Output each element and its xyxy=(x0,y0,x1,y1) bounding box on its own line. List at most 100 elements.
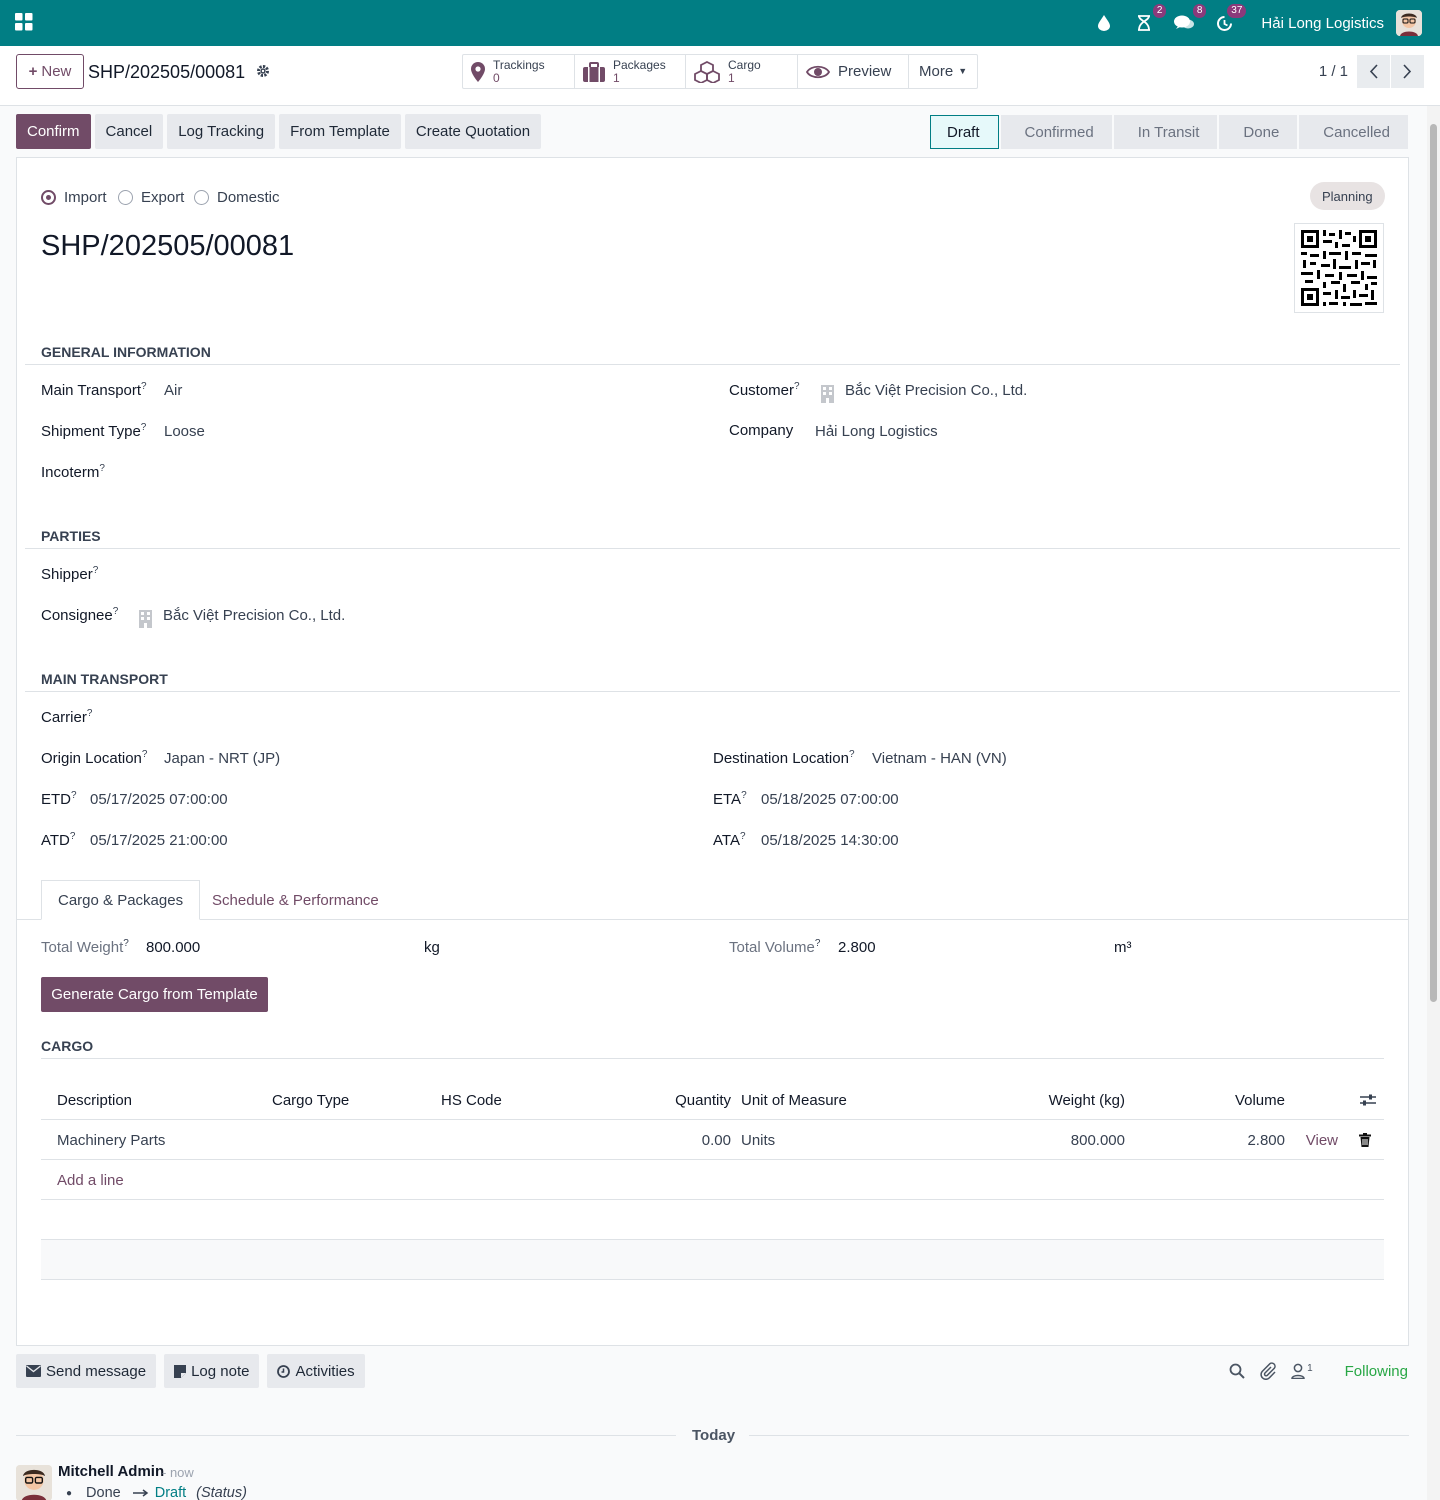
breadcrumb-record: SHP/202505/00081 xyxy=(88,62,246,82)
create-quotation-button[interactable]: Create Quotation xyxy=(404,114,542,149)
help-tooltip-icon[interactable]: ? xyxy=(141,422,147,433)
company-field[interactable]: Hải Long Logistics xyxy=(815,423,938,440)
consignee-field[interactable]: Bắc Việt Precision Co., Ltd. xyxy=(163,607,345,624)
col-weight[interactable]: Weight (kg) xyxy=(1049,1080,1125,1120)
from-template-button[interactable]: From Template xyxy=(279,114,401,149)
origin-field[interactable]: Japan - NRT (JP) xyxy=(164,750,280,767)
trackings-label: Trackings xyxy=(493,57,545,72)
help-tooltip-icon[interactable]: ? xyxy=(141,381,147,392)
col-volume[interactable]: Volume xyxy=(1235,1080,1285,1120)
confirm-button[interactable]: Confirm xyxy=(16,114,91,149)
shipper-label: Shipper? xyxy=(41,565,98,583)
messages-chat-icon[interactable]: 8 xyxy=(1173,4,1207,34)
generate-cargo-button[interactable]: Generate Cargo from Template xyxy=(41,977,268,1012)
cancel-button[interactable]: Cancel xyxy=(94,114,164,149)
tab-schedule-performance[interactable]: Schedule & Performance xyxy=(196,880,395,920)
ata-label-text: ATA xyxy=(713,832,740,849)
trackings-stat-button[interactable]: Trackings 0 xyxy=(463,55,575,88)
send-message-button[interactable]: Send message xyxy=(16,1354,157,1388)
message-author-avatar[interactable] xyxy=(16,1465,52,1500)
more-dropdown[interactable]: More ▼ xyxy=(909,55,977,88)
help-tooltip-icon[interactable]: ? xyxy=(87,708,93,719)
new-button[interactable]: + New xyxy=(16,54,84,89)
radio-import[interactable]: Import xyxy=(41,189,107,206)
app-grid-icon[interactable] xyxy=(15,13,33,31)
delete-row-button[interactable] xyxy=(1359,1120,1371,1160)
help-tooltip-icon[interactable]: ? xyxy=(142,749,148,760)
shipment-type-field[interactable]: Loose xyxy=(164,423,205,440)
optional-columns-toggle[interactable] xyxy=(1360,1080,1376,1120)
gear-icon[interactable] xyxy=(256,64,270,78)
cell-uom[interactable]: Units xyxy=(741,1120,775,1160)
debug-drop-icon[interactable] xyxy=(1093,12,1115,34)
ata-field[interactable]: 05/18/2025 14:30:00 xyxy=(761,832,899,849)
help-tooltip-icon[interactable]: ? xyxy=(70,831,76,842)
help-tooltip-icon[interactable]: ? xyxy=(740,831,746,842)
pager-value[interactable]: 1 / 1 xyxy=(1319,63,1348,80)
packages-count: 1 xyxy=(613,70,620,85)
atd-field[interactable]: 05/17/2025 21:00:00 xyxy=(90,832,228,849)
scrollbar-thumb[interactable] xyxy=(1430,124,1437,1002)
help-tooltip-icon[interactable]: ? xyxy=(93,565,99,576)
pager-next-button[interactable] xyxy=(1391,55,1424,88)
status-draft[interactable]: Draft xyxy=(930,115,999,149)
log-tracking-button[interactable]: Log Tracking xyxy=(167,114,276,149)
tab-cargo-packages[interactable]: Cargo & Packages xyxy=(41,880,201,920)
clock-icon xyxy=(277,1364,291,1378)
radio-export[interactable]: Export xyxy=(118,189,184,206)
table-row[interactable]: Machinery Parts 0.00 Units 800.000 2.800… xyxy=(41,1120,1384,1160)
scrollbar[interactable] xyxy=(1427,106,1440,1500)
status-done[interactable]: Done xyxy=(1219,115,1298,149)
view-link[interactable]: View xyxy=(1306,1120,1338,1160)
table-header: Description Cargo Type HS Code Quantity … xyxy=(41,1080,1384,1120)
help-tooltip-icon[interactable]: ? xyxy=(123,938,129,949)
preview-button[interactable]: Preview xyxy=(798,55,909,88)
main-transport-field[interactable]: Air xyxy=(164,382,182,399)
timer-clock-icon[interactable]: 37 xyxy=(1213,4,1247,34)
followers-button[interactable]: 1 xyxy=(1291,1363,1313,1379)
help-tooltip-icon[interactable]: ? xyxy=(113,606,119,617)
status-in-transit[interactable]: In Transit xyxy=(1113,115,1218,149)
activities-button[interactable]: Activities xyxy=(267,1354,365,1388)
col-unit-of-measure[interactable]: Unit of Measure xyxy=(741,1080,847,1120)
radio-domestic[interactable]: Domestic xyxy=(194,189,280,206)
pager-previous-button[interactable] xyxy=(1357,55,1390,88)
help-tooltip-icon[interactable]: ? xyxy=(741,790,747,801)
help-tooltip-icon[interactable]: ? xyxy=(71,790,77,801)
total-weight-value: 800.000 xyxy=(146,939,201,956)
col-description[interactable]: Description xyxy=(57,1080,132,1120)
packages-stat-button[interactable]: Packages 1 xyxy=(575,55,686,88)
destination-field[interactable]: Vietnam - HAN (VN) xyxy=(872,750,1007,767)
eta-field[interactable]: 05/18/2025 07:00:00 xyxy=(761,791,899,808)
add-line-link[interactable]: Add a line xyxy=(57,1160,124,1200)
cell-volume[interactable]: 2.800 xyxy=(1247,1120,1285,1160)
message-author[interactable]: Mitchell Admin xyxy=(58,1463,164,1480)
shipment-type-label-text: Shipment Type xyxy=(41,423,141,440)
bullet: ● xyxy=(66,1487,73,1499)
user-avatar[interactable] xyxy=(1396,10,1422,36)
search-icon[interactable] xyxy=(1229,1363,1245,1379)
date-separator-line xyxy=(16,1435,676,1436)
incoterm-label-text: Incoterm xyxy=(41,464,100,481)
col-hs-code[interactable]: HS Code xyxy=(441,1080,502,1120)
paperclip-icon[interactable] xyxy=(1259,1362,1277,1380)
help-tooltip-icon[interactable]: ? xyxy=(815,938,821,949)
activities-hourglass-icon[interactable]: 2 xyxy=(1133,4,1167,34)
log-note-button[interactable]: Log note xyxy=(164,1354,260,1388)
help-tooltip-icon[interactable]: ? xyxy=(849,749,855,760)
cell-description[interactable]: Machinery Parts xyxy=(57,1120,165,1160)
cargo-stat-button[interactable]: Cargo 1 xyxy=(686,55,798,88)
cargo-count: 1 xyxy=(728,70,735,85)
cell-weight[interactable]: 800.000 xyxy=(1071,1120,1125,1160)
etd-field[interactable]: 05/17/2025 07:00:00 xyxy=(90,791,228,808)
col-cargo-type[interactable]: Cargo Type xyxy=(272,1080,349,1120)
help-tooltip-icon[interactable]: ? xyxy=(794,381,800,392)
help-tooltip-icon[interactable]: ? xyxy=(99,463,105,474)
cell-quantity[interactable]: 0.00 xyxy=(702,1120,731,1160)
company-switcher[interactable]: Hải Long Logistics xyxy=(1261,15,1384,32)
following-button[interactable]: Following xyxy=(1345,1363,1408,1380)
customer-field[interactable]: Bắc Việt Precision Co., Ltd. xyxy=(845,382,1027,399)
status-confirmed[interactable]: Confirmed xyxy=(1000,115,1112,149)
status-cancelled[interactable]: Cancelled xyxy=(1299,115,1408,149)
col-quantity[interactable]: Quantity xyxy=(675,1080,731,1120)
